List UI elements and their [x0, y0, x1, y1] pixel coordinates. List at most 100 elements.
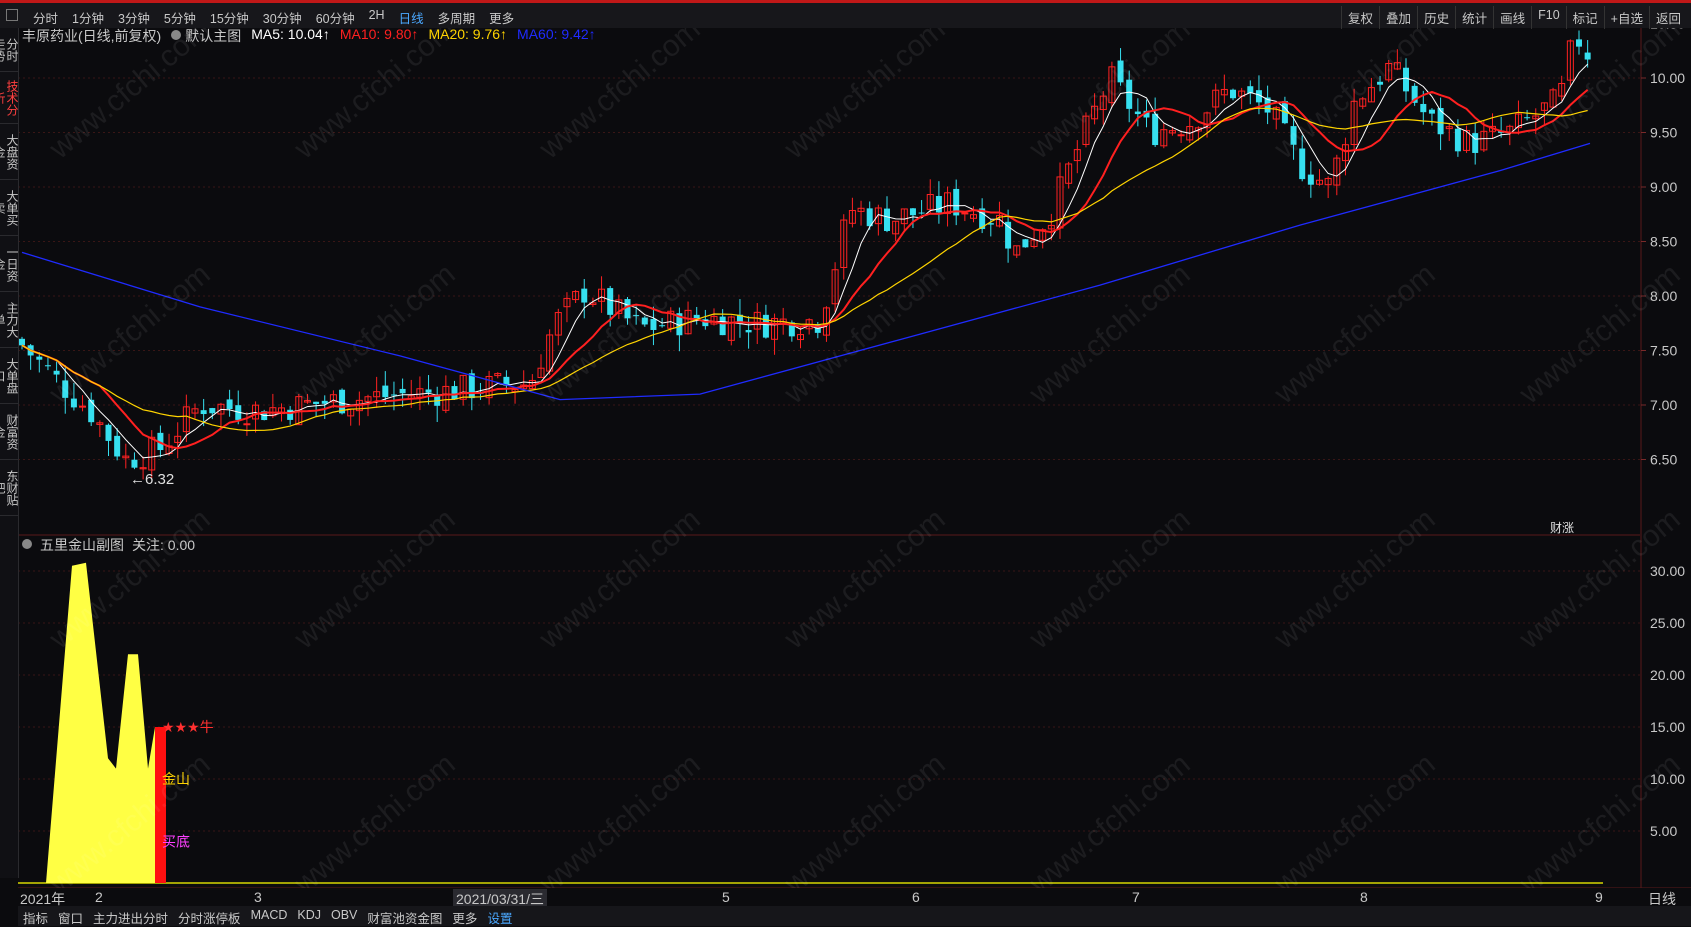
top-toolbar: 分时 1分钟 3分钟 5分钟 15分钟 30分钟 60分钟 2H 日线 多周期 更多 复权 叠加 历史统… — [0, 0, 1691, 29]
bottom-tab[interactable]: 更多 — [447, 906, 482, 926]
watermark-text: www.cfchi.com — [1023, 748, 1197, 901]
watermark-text: www.cfchi.com — [778, 748, 952, 901]
candle-body — [1576, 39, 1582, 47]
watermark-text: www.cfchi.com — [43, 258, 217, 411]
sub-chart-info: 五里金山副图 关注: 0.00 — [22, 535, 195, 555]
sub-tick: 20.00 — [1650, 667, 1685, 683]
watermark-text: www.cfchi.com — [1268, 748, 1442, 901]
toolbar-button[interactable]: 统计 — [1455, 6, 1493, 29]
bottom-tab[interactable]: 窗口 — [53, 906, 88, 926]
toolbar-button[interactable]: 历史 — [1417, 6, 1455, 29]
toolbar-button[interactable]: +自选 — [1603, 6, 1649, 29]
x-axis-label: 3 — [254, 889, 262, 905]
sub-tick: 5.00 — [1650, 823, 1677, 839]
toolbar-button[interactable]: 标记 — [1565, 6, 1604, 29]
watermark-text: www.cfchi.com — [778, 503, 952, 656]
left-tab[interactable]: 分时走势 — [0, 28, 19, 72]
candle-body — [762, 314, 769, 338]
left-tab[interactable]: 东财贴吧 — [0, 460, 19, 516]
bottom-tab[interactable]: 财富池资金图 — [362, 906, 447, 926]
left-tab[interactable]: 财富资金 — [0, 404, 19, 460]
watermark-text: www.cfchi.com — [43, 503, 217, 656]
left-tab[interactable]: 大盘资金 — [0, 124, 19, 180]
candle-body — [719, 316, 726, 336]
candle-body — [390, 394, 397, 396]
candle-body — [19, 338, 25, 346]
watermark-text: www.cfchi.com — [1268, 503, 1442, 656]
price-tick: 7.00 — [1650, 397, 1677, 413]
candle-body — [1420, 103, 1427, 113]
left-tab[interactable]: 技术分析 — [0, 72, 19, 124]
settings-dot-icon[interactable] — [171, 30, 182, 40]
watermark-text: www.cfchi.com — [1268, 258, 1442, 411]
candle-body — [1454, 128, 1461, 152]
watermark-text: www.cfchi.com — [778, 13, 952, 166]
bottom-tab[interactable]: KDJ — [292, 906, 326, 926]
x-axis-label: 8 — [1360, 889, 1368, 905]
main-chart-label[interactable]: 默认主图 — [185, 26, 241, 46]
watermark-text: www.cfchi.com — [1513, 503, 1687, 656]
bottom-tab[interactable]: OBV — [326, 906, 362, 926]
x-axis-label: 9 — [1595, 889, 1603, 905]
bottom-tab[interactable]: 指标 — [18, 906, 53, 926]
candle-body — [382, 385, 389, 398]
ma-legend-item: MA20: 9.76↑ — [428, 26, 508, 42]
candle-body — [200, 410, 207, 415]
left-tab-strip: 分时走势技术分析大盘资金大单买卖一日资金主力大单大单盘口财富资金东财贴吧 — [0, 28, 19, 878]
candle-body — [909, 208, 916, 216]
candle-body — [79, 405, 87, 408]
price-tick: 7.50 — [1650, 343, 1677, 359]
watermark-text: www.cfchi.com — [288, 503, 462, 656]
candle-body — [468, 373, 475, 399]
sub-tick: 30.00 — [1650, 563, 1685, 579]
toolbar-button[interactable]: F10 — [1531, 6, 1566, 29]
price-tick: 9.50 — [1650, 125, 1677, 141]
candle-body — [36, 356, 43, 360]
low-price-label: ←6.32 — [130, 471, 174, 488]
candle-body — [44, 365, 51, 367]
candle-body — [88, 399, 95, 423]
candle-body — [1524, 117, 1531, 119]
left-tab[interactable]: 大单买卖 — [0, 180, 19, 236]
candle-body — [745, 329, 752, 333]
price-tick: 8.50 — [1650, 234, 1677, 250]
stock-title: 丰原药业(日线,前复权) — [22, 28, 162, 44]
main-chart-info: 丰原药业(日线,前复权) 默认主图 MA5: 10.04↑ MA10: 9.80↑… — [22, 26, 596, 46]
bottom-tab[interactable]: 主力进出分时 — [88, 906, 173, 926]
toolbar-button[interactable]: 返回 — [1648, 6, 1687, 29]
ma-legend-item: MA5: 10.04↑ — [251, 26, 330, 42]
sub-chart-title[interactable]: 五里金山副图 — [40, 535, 124, 555]
candle-body — [451, 386, 458, 400]
watermark-text: www.cfchi.com — [1023, 13, 1197, 166]
candle-body — [1307, 174, 1314, 185]
watermark-text: www.cfchi.com — [1513, 13, 1687, 166]
candle-body — [131, 459, 138, 468]
toolbar-button[interactable]: 复权 — [1341, 6, 1379, 29]
left-tab[interactable]: 一日资金 — [0, 236, 19, 292]
menu-icon[interactable] — [6, 9, 18, 21]
candle-body — [1584, 52, 1591, 60]
x-axis-label: 2 — [95, 889, 103, 905]
x-axis-label: 7 — [1132, 889, 1140, 905]
watermark-text: www.cfchi.com — [1513, 258, 1687, 411]
x-axis-label: 6 — [912, 889, 920, 905]
toolbar-button[interactable]: 叠加 — [1379, 6, 1417, 29]
finance-badge[interactable]: 财涨 — [1550, 520, 1574, 535]
kline-chart[interactable]: ★★★牛金山买底 10.5010.009.509.008.508.007.507… — [0, 0, 1691, 926]
left-tab[interactable]: 大单盘口 — [0, 348, 19, 404]
bottom-tab[interactable]: 分时涨停板 — [173, 906, 246, 926]
left-tab[interactable]: 主力大单 — [0, 292, 19, 348]
bottom-tab[interactable]: MACD — [246, 906, 293, 926]
toolbar-button[interactable]: 画线 — [1493, 6, 1531, 29]
ma-legend-item: MA10: 9.80↑ — [339, 26, 419, 42]
right-toolbar: 复权 叠加 历史 统计 画线 F10 标记 +自选 返回 — [1341, 6, 1687, 29]
candle-body — [105, 424, 112, 441]
candle-body — [114, 435, 121, 457]
ma-legend: MA5: 10.04↑ MA10: 9.80↑ MA20: 9.76↑ MA60: 9… — [251, 26, 595, 46]
settings-dot-icon[interactable] — [22, 539, 32, 549]
bottom-tab-bar: 指标 窗口 主力进出分时 分时涨停板 MACD KDJ OBV 财富池资金图 更多 设置 — [18, 906, 1691, 926]
bottom-tab[interactable]: 设置 — [482, 906, 517, 926]
watermark: www.cfchi.com www.cfchi.com www.cfchi.com w… — [43, 13, 1687, 901]
watermark-text: www.cfchi.com — [1023, 258, 1197, 411]
candle-body — [243, 423, 251, 426]
